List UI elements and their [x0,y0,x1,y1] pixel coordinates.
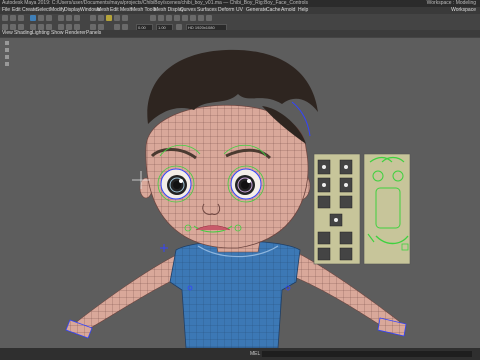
character-scene [65,49,411,348]
title-bar: Autodesk Maya 2019: C:/Users/user/Docume… [0,0,480,7]
snap-curve-icon[interactable] [66,15,72,21]
rotate-tool-icon[interactable] [38,15,44,21]
panel-menu-view[interactable]: View [2,30,13,37]
menu-create[interactable]: Create [22,7,37,14]
menu-curves[interactable]: Curves [180,7,196,14]
shadows-icon[interactable] [190,15,196,21]
workspace-menu[interactable]: Workspace [451,7,476,14]
menu-arnold[interactable]: Arnold [281,7,295,14]
window-title: Autodesk Maya 2019: C:/Users/user/Docume… [2,0,308,6]
menu-display[interactable]: Display [64,7,80,14]
snap-grid-icon[interactable] [58,15,64,21]
scale-tool-icon[interactable] [46,15,52,21]
menu-help[interactable]: Help [298,7,308,14]
menu-modify[interactable]: Modify [50,7,65,14]
panel-menu-shading[interactable]: Shading [14,30,32,37]
render-settings-icon[interactable] [114,15,120,21]
lighting-icon[interactable] [182,15,188,21]
viewport-3d[interactable] [0,38,480,348]
left-arm[interactable] [65,251,187,339]
textured-icon[interactable] [174,15,180,21]
smooth-shade-icon[interactable] [166,15,172,21]
menu-edit-mesh[interactable]: Edit Mesh [110,7,132,14]
panel-menu-show[interactable]: Show [51,30,64,37]
menu-mesh-tools[interactable]: Mesh Tools [131,7,156,14]
torso-shirt[interactable] [169,240,301,348]
isolate-icon[interactable] [198,15,204,21]
render-icon[interactable] [98,15,104,21]
snap-point-icon[interactable] [74,15,80,21]
move-tool-icon[interactable] [30,15,36,21]
panel-menu-lighting[interactable]: Lighting [32,30,50,37]
menu-generate[interactable]: Generate [246,7,267,14]
lasso-tool-icon[interactable] [10,15,16,21]
mel-label: MEL [250,351,261,357]
face-control-panel-face[interactable] [363,153,411,265]
paint-select-icon[interactable] [18,15,24,21]
right-eye[interactable] [227,165,265,203]
workspace-label: Workspace : Modeling [426,0,476,6]
panel-menu-panels[interactable]: Panels [86,30,101,37]
main-menu-bar: File Edit Create Select Modify Display W… [0,7,480,14]
mel-command-input[interactable] [262,351,472,357]
camera-icon[interactable] [150,15,156,21]
menu-file[interactable]: File [2,7,10,14]
face-control-panel-sliders[interactable] [313,153,361,265]
wireframe-icon[interactable] [158,15,164,21]
history-icon[interactable] [90,15,96,21]
menu-surfaces[interactable]: Surfaces [197,7,217,14]
panel-menu-renderer[interactable]: Renderer [65,30,86,37]
menu-edit[interactable]: Edit [12,7,21,14]
hypershade-icon[interactable] [122,15,128,21]
select-tool-icon[interactable] [2,15,8,21]
menu-cache[interactable]: Cache [266,7,280,14]
left-eye[interactable] [157,165,195,203]
menu-mesh[interactable]: Mesh [97,7,109,14]
menu-select[interactable]: Select [36,7,50,14]
panel-menu-bar: View Shading Lighting Show Renderer Pane… [0,30,480,37]
command-line: MEL [0,348,480,360]
head[interactable] [139,49,318,249]
xray-icon[interactable] [206,15,212,21]
right-arm[interactable] [291,251,407,337]
menu-deform[interactable]: Deform [218,7,234,14]
ipr-render-icon[interactable] [106,15,112,21]
menu-uv[interactable]: UV [236,7,243,14]
